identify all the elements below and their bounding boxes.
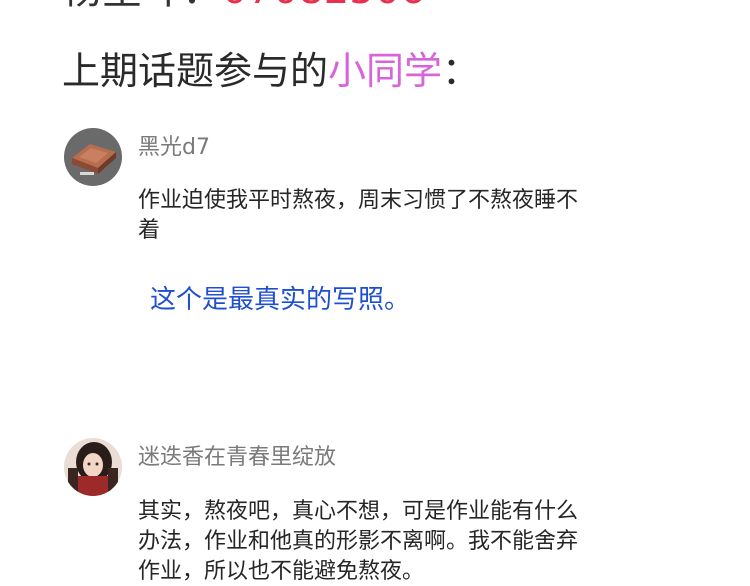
section-title: 上期话题参与的小同学： [62, 48, 480, 94]
title-highlight: 小同学 [328, 49, 443, 93]
brick-avatar-icon[interactable] [64, 128, 122, 186]
cut-label: 杨皇叶： [62, 0, 222, 13]
comment-username[interactable]: 黑光d7 [138, 134, 210, 162]
comment-line: 办法，作业和他真的形影不离啊。我不能舍弃 [138, 529, 579, 554]
comment-line: 其实，熬夜吧，真心不想，可是作业能有什么 [138, 499, 579, 524]
editor-reply: 这个是最真实的写照。 [150, 285, 411, 315]
comment-text: 作业迫使我平时熬夜，周末习惯了不熬夜睡不 着 [138, 186, 578, 246]
comment-line: 作业，所以也不能避免熬夜。 [138, 559, 425, 584]
comment-text: 其实，熬夜吧，真心不想，可是作业能有什么 办法，作业和他真的形影不离啊。我不能舍… [138, 497, 578, 586]
cut-value: 07082506 [222, 0, 426, 13]
top-cut-line: 杨皇叶：07082506 [62, 0, 426, 10]
comment-username[interactable]: 迷迭香在青春里绽放 [138, 444, 336, 472]
title-prefix: 上期话题参与的 [62, 49, 329, 93]
comment-line: 作业迫使我平时熬夜，周末习惯了不熬夜睡不 [138, 188, 579, 213]
comment-line: 着 [138, 218, 161, 243]
character-avatar-icon[interactable] [64, 438, 122, 496]
title-suffix: ： [442, 49, 481, 93]
page: 杨皇叶：07082506 上期话题参与的小同学： 黑光d7 作业迫使我平时熬夜，… [0, 0, 750, 586]
